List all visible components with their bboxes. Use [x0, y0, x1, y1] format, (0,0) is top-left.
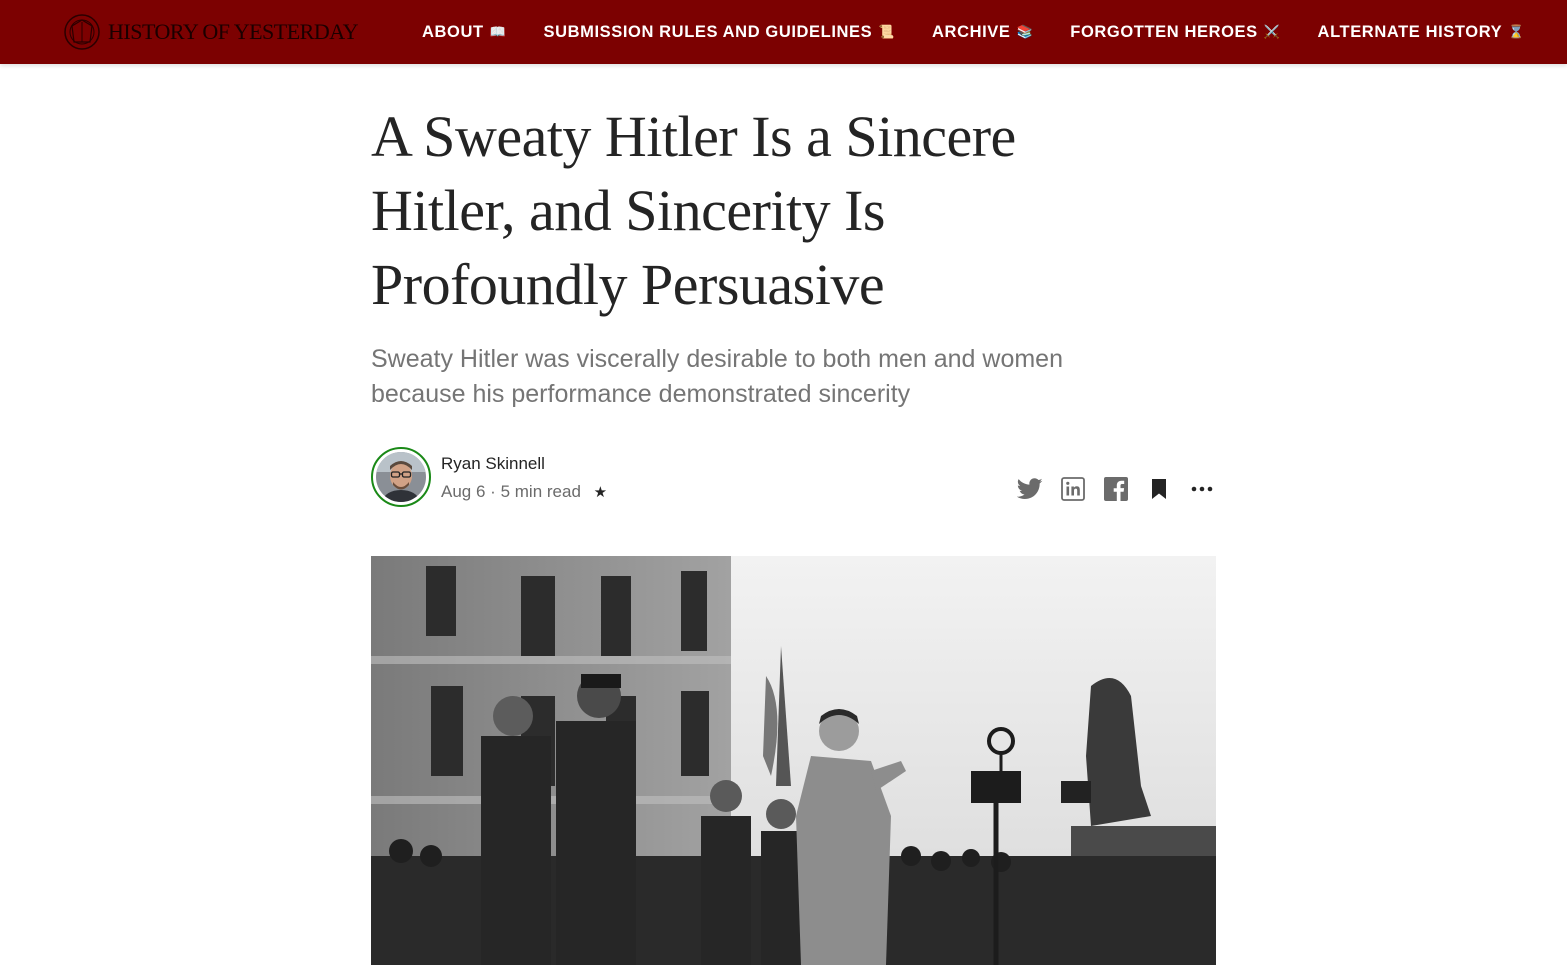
site-logo[interactable]: HISTORY OF YESTERDAY — [62, 12, 358, 52]
nav-about-label: ABOUT — [422, 22, 484, 41]
article-title: A Sweaty Hitler Is a Sincere Hitler, and… — [371, 104, 1016, 317]
article-meta: Aug 6 · 5 min read ★ — [441, 482, 607, 502]
byline: Ryan Skinnell Aug 6 · 5 min read ★ — [371, 447, 1216, 517]
meta-separator: · — [490, 482, 496, 501]
top-navigation: HISTORY OF YESTERDAY ABOUT 📖 SUBMISSION … — [0, 0, 1567, 64]
nav-submission-rules-label: SUBMISSION RULES AND GUIDELINES — [543, 22, 873, 41]
member-star-icon: ★ — [593, 484, 608, 501]
nav-archive[interactable]: ARCHIVE 📚 — [932, 23, 1033, 42]
avatar-photo — [376, 452, 426, 502]
crossed-swords-icon: ⚔️ — [1263, 24, 1281, 39]
seal-icon — [62, 12, 102, 52]
nav-archive-label: ARCHIVE — [932, 22, 1011, 41]
open-book-icon: 📖 — [489, 24, 507, 39]
nav-about[interactable]: ABOUT 📖 — [422, 23, 506, 42]
nav-forgotten-heroes[interactable]: FORGOTTEN HEROES ⚔️ — [1070, 23, 1280, 42]
more-icon[interactable] — [1188, 475, 1216, 503]
article-header: A Sweaty Hitler Is a Sincere Hitler, and… — [371, 100, 1216, 517]
nav-forgotten-heroes-label: FORGOTTEN HEROES — [1070, 22, 1258, 41]
author-avatar[interactable] — [371, 447, 431, 507]
read-time: 5 min read — [500, 482, 581, 501]
bookmark-icon[interactable] — [1145, 475, 1173, 503]
main-nav: ABOUT 📖 SUBMISSION RULES AND GUIDELINES … — [422, 0, 1525, 64]
share-actions — [1001, 475, 1216, 503]
books-icon: 📚 — [1016, 24, 1034, 39]
linkedin-icon[interactable] — [1059, 475, 1087, 503]
nav-alternate-history[interactable]: ALTERNATE HISTORY ⌛ — [1318, 23, 1525, 42]
twitter-icon[interactable] — [1016, 475, 1044, 503]
author-name[interactable]: Ryan Skinnell — [441, 454, 545, 474]
scroll-icon: 📜 — [878, 24, 896, 39]
hourglass-icon: ⌛ — [1508, 24, 1526, 39]
logo-text: HISTORY OF YESTERDAY — [108, 19, 358, 44]
article-subtitle: Sweaty Hitler was viscerally desirable t… — [371, 345, 1063, 408]
nav-submission-rules[interactable]: SUBMISSION RULES AND GUIDELINES 📜 — [543, 23, 895, 42]
nav-alternate-history-label: ALTERNATE HISTORY — [1317, 22, 1503, 41]
hero-image — [371, 556, 1216, 965]
facebook-icon[interactable] — [1102, 475, 1130, 503]
publish-date: Aug 6 — [441, 482, 486, 501]
